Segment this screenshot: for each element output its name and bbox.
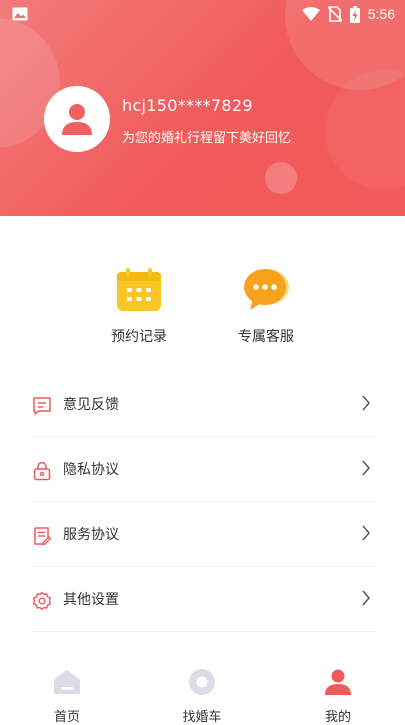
- profile-header: 5:56 hcj150****7829 为您的婚礼行程留下美好回忆: [0, 0, 405, 216]
- car-wheel-icon: [189, 669, 215, 695]
- battery-charging-icon: [349, 5, 360, 23]
- calendar-icon: [117, 268, 161, 311]
- document-icon: [34, 527, 52, 546]
- chevron-right-icon: [362, 525, 370, 541]
- chat-bubble-icon: [244, 269, 289, 310]
- avatar[interactable]: [44, 86, 110, 152]
- chevron-right-icon: [362, 590, 370, 606]
- decor-circle: [325, 70, 405, 190]
- tab-mine[interactable]: 我的: [293, 668, 383, 725]
- decor-circle: [265, 162, 297, 194]
- tab-label: 我的: [324, 710, 351, 725]
- customer-service-button[interactable]: 专属客服: [206, 268, 326, 346]
- quick-actions: 预约记录 专属客服: [0, 268, 405, 348]
- wifi-icon: [301, 7, 320, 21]
- profile-slogan: 为您的婚礼行程留下美好回忆: [122, 131, 292, 146]
- appointment-records-button[interactable]: 预约记录: [79, 268, 199, 346]
- appointment-records-label: 预约记录: [111, 329, 167, 345]
- feedback-icon: [33, 397, 51, 415]
- customer-service-label: 专属客服: [238, 329, 294, 345]
- chevron-right-icon: [362, 395, 370, 411]
- username: hcj150****7829: [122, 96, 253, 115]
- lock-icon: [33, 461, 51, 481]
- home-icon: [54, 670, 80, 694]
- tab-label: 找婚车: [182, 710, 222, 725]
- menu-label: 其他设置: [63, 592, 119, 608]
- settings-icon: [33, 591, 51, 611]
- menu-item-feedback[interactable]: 意见反馈: [32, 372, 375, 437]
- status-bar: 5:56: [0, 0, 405, 28]
- bottom-tab-bar: 首页 找婚车 我的: [0, 660, 405, 725]
- profile-icon: [325, 669, 351, 695]
- menu-label: 意见反馈: [63, 397, 119, 413]
- menu-label: 服务协议: [63, 527, 119, 543]
- tab-label: 首页: [53, 710, 80, 725]
- no-sim-icon: [327, 6, 342, 22]
- user-icon: [62, 104, 92, 135]
- chevron-right-icon: [362, 460, 370, 476]
- settings-menu: 意见反馈 隐私协议 服务协议 其他设置: [32, 372, 375, 632]
- menu-item-privacy[interactable]: 隐私协议: [32, 437, 375, 502]
- menu-item-other-settings[interactable]: 其他设置: [32, 567, 375, 632]
- menu-label: 隐私协议: [63, 462, 119, 478]
- tab-find-car[interactable]: 找婚车: [157, 668, 247, 725]
- menu-item-service-agreement[interactable]: 服务协议: [32, 502, 375, 567]
- status-time: 5:56: [367, 6, 395, 22]
- tab-home[interactable]: 首页: [22, 668, 112, 725]
- image-icon: [12, 7, 28, 21]
